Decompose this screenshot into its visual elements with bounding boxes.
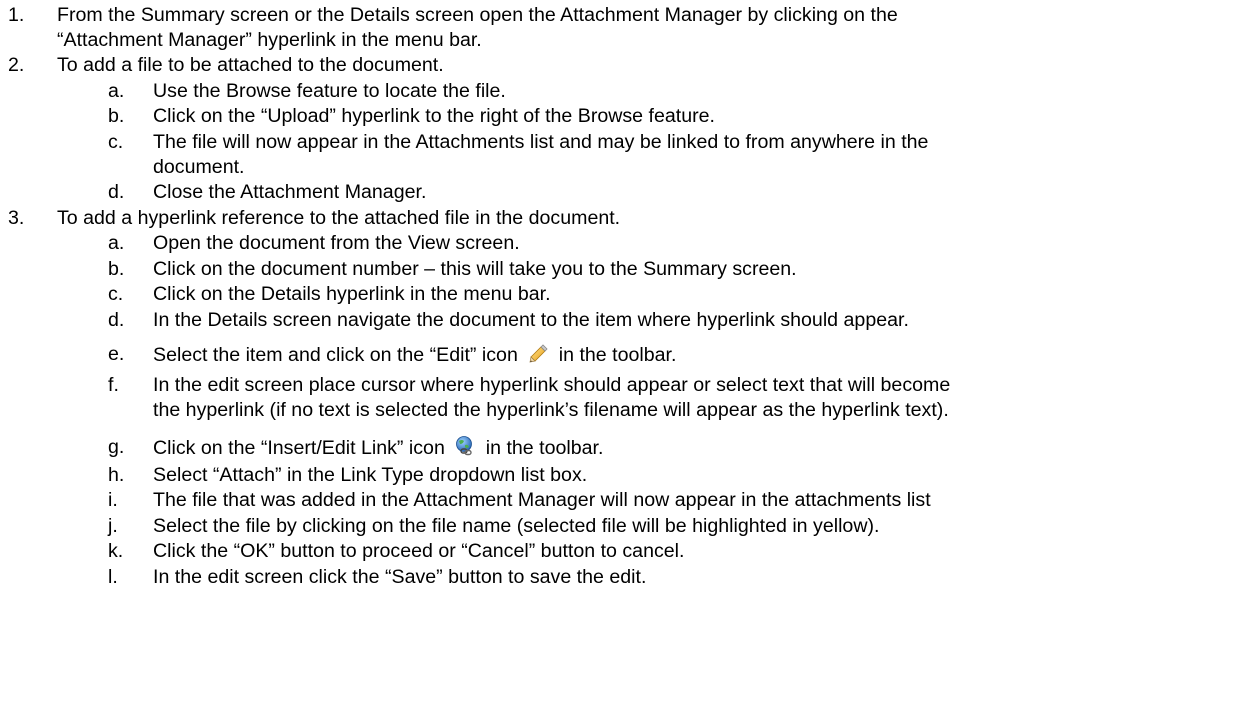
step-3b-text: Click on the document number – this will… <box>153 258 797 280</box>
globe-link-icon <box>454 435 476 463</box>
step-3e-letter: e. <box>108 343 125 365</box>
step-2a-letter: a. <box>108 80 125 102</box>
step-3c-text: Click on the Details hyperlink in the me… <box>153 283 551 305</box>
step-3g-text-pre: Click on the “Insert/Edit Link” icon <box>153 437 445 460</box>
step-1-text-line-2: “Attachment Manager” hyperlink in the me… <box>57 29 482 51</box>
step-2c-text-line-1: The file will now appear in the Attachme… <box>153 131 929 153</box>
step-3h-text: Select “Attach” in the Link Type dropdow… <box>153 464 588 486</box>
step-3g-text: Click on the “Insert/Edit Link” icon in … <box>153 435 603 463</box>
step-3j-text: Select the file by clicking on the file … <box>153 515 880 537</box>
step-3d-letter: d. <box>108 309 125 331</box>
step-3k-text: Click the “OK” button to proceed or “Can… <box>153 540 685 562</box>
step-3l-text: In the edit screen click the “Save” butt… <box>153 566 647 588</box>
instruction-document: 1. From the Summary screen or the Detail… <box>0 0 1250 704</box>
step-2b-text: Click on the “Upload” hyperlink to the r… <box>153 105 715 127</box>
step-3g-text-post: in the toolbar. <box>485 437 604 460</box>
step-3j-letter: j. <box>108 515 118 537</box>
step-2a-text: Use the Browse feature to locate the fil… <box>153 80 506 102</box>
step-3-text: To add a hyperlink reference to the atta… <box>57 207 621 229</box>
step-3i-text: The file that was added in the Attachmen… <box>153 489 931 511</box>
step-2d-letter: d. <box>108 181 125 203</box>
step-2b-letter: b. <box>108 105 125 127</box>
step-3h-letter: h. <box>108 464 125 486</box>
step-3b-letter: b. <box>108 258 125 280</box>
step-3g-letter: g. <box>108 436 125 458</box>
step-2-number: 2. <box>8 54 25 76</box>
step-2c-text-line-2: document. <box>153 156 245 178</box>
step-1-number: 1. <box>8 4 25 26</box>
step-3-number: 3. <box>8 207 25 229</box>
step-3f-text-line-2: the hyperlink (if no text is selected th… <box>153 399 949 421</box>
step-3a-letter: a. <box>108 232 125 254</box>
step-3d-text: In the Details screen navigate the docum… <box>153 309 909 331</box>
step-3i-letter: i. <box>108 489 118 511</box>
step-3a-text: Open the document from the View screen. <box>153 232 520 254</box>
step-2-text: To add a file to be attached to the docu… <box>57 54 444 76</box>
step-1-text-line-1: From the Summary screen or the Details s… <box>57 4 898 26</box>
step-3f-letter: f. <box>108 374 119 396</box>
step-3c-letter: c. <box>108 283 124 305</box>
step-2d-text: Close the Attachment Manager. <box>153 181 427 203</box>
step-3e-text-post: in the toolbar. <box>558 344 677 367</box>
step-3e-text: Select the item and click on the “Edit” … <box>153 342 676 370</box>
step-2c-letter: c. <box>108 131 124 153</box>
pencil-icon <box>527 342 549 370</box>
step-3k-letter: k. <box>108 540 124 562</box>
step-3f-text-line-1: In the edit screen place cursor where hy… <box>153 374 951 396</box>
step-3l-letter: l. <box>108 566 118 588</box>
step-3e-text-pre: Select the item and click on the “Edit” … <box>153 344 518 367</box>
